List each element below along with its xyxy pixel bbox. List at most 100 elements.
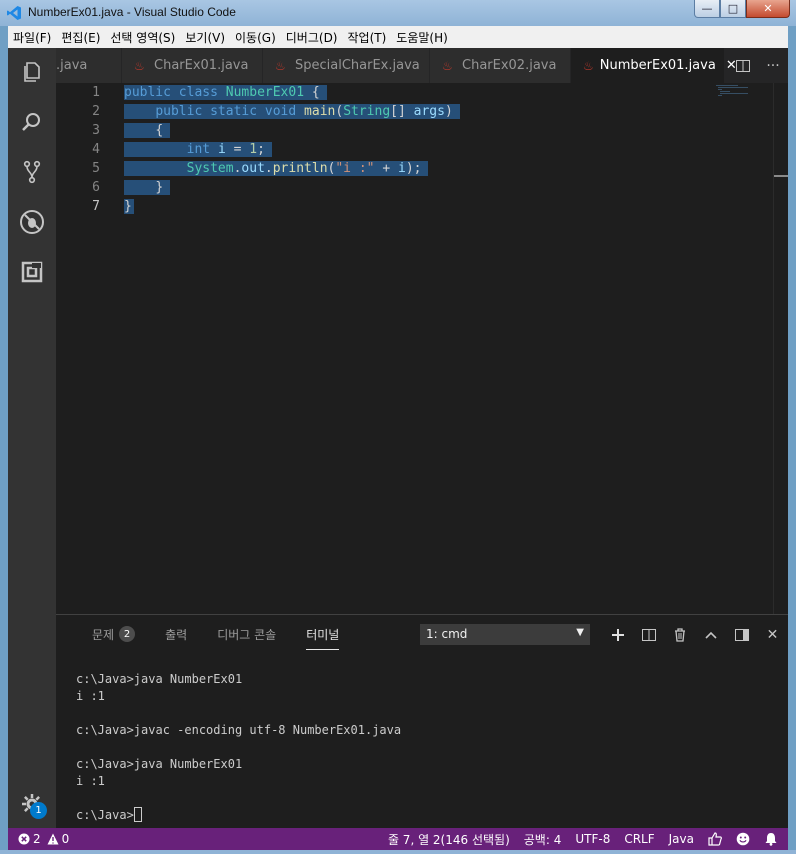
menu-selection[interactable]: 선택 영역(S) [105, 29, 180, 46]
cursor-position[interactable]: 줄 7, 열 2(146 선택됨) [381, 831, 517, 848]
bottom-panel: 문제 2 출력 디버그 콘솔 터미널 1: cmd ▼ ✕ c:\Java>ja… [56, 614, 788, 828]
menu-file[interactable]: 파일(F) [8, 29, 56, 46]
java-file-icon: ♨ [275, 58, 286, 73]
minimize-button[interactable]: — [694, 0, 720, 18]
line-number: 3 [92, 123, 100, 138]
code-line: { [124, 121, 460, 140]
terminal-select-value: 1: cmd [426, 627, 468, 641]
extensions-icon[interactable] [18, 258, 46, 286]
menu-edit[interactable]: 편집(E) [56, 29, 105, 46]
terminal-prompt: c:\Java> [76, 808, 134, 822]
menu-debug[interactable]: 디버그(D) [281, 29, 343, 46]
tab-label: SpecialCharEx.java [295, 58, 420, 73]
error-icon [18, 833, 30, 845]
encoding[interactable]: UTF-8 [568, 832, 617, 846]
tab-problems-label: 문제 [92, 627, 115, 642]
terminal-prompt-line[interactable]: c:\Java> [76, 807, 401, 824]
code-line: public class NumberEx01 { [124, 83, 460, 102]
trash-icon[interactable] [664, 624, 695, 645]
tab-numberex01[interactable]: ♨ NumberEx01.java ✕ [571, 48, 737, 83]
line-number: 6 [92, 180, 100, 195]
problems-count-badge: 2 [119, 626, 136, 642]
warning-count: 0 [61, 832, 70, 846]
language-mode[interactable]: Java [662, 832, 701, 846]
terminal-line: c:\Java>java NumberEx01 [76, 757, 243, 771]
tab-charex01[interactable]: ♨ CharEx01.java [122, 48, 263, 83]
tab-label: CharEx02.java [462, 58, 557, 73]
terminal-select[interactable]: 1: cmd ▼ [420, 624, 590, 645]
source-control-icon[interactable] [18, 158, 46, 186]
tab-java[interactable]: .java [56, 48, 122, 83]
menu-bar: 파일(F) 편집(E) 선택 영역(S) 보기(V) 이동(G) 디버그(D) … [8, 26, 788, 48]
more-actions-icon[interactable]: ··· [758, 48, 788, 83]
java-file-icon: ♨ [134, 58, 145, 73]
line-number: 1 [92, 85, 100, 100]
settings-update-badge: 1 [30, 802, 47, 819]
menu-tasks[interactable]: 작업(T) [343, 29, 392, 46]
line-number-gutter: 1 2 3 4 5 6 7 [56, 83, 116, 216]
code-line: System.out.println("i :" + i); [124, 159, 460, 178]
window-title: NumberEx01.java - Visual Studio Code [28, 5, 236, 19]
code-line: public static void main(String[] args) [124, 102, 460, 121]
tab-label: .java [56, 58, 88, 73]
menu-go[interactable]: 이동(G) [230, 29, 281, 46]
new-terminal-plus-icon[interactable] [602, 624, 633, 645]
terminal-line: i :1 [76, 774, 105, 788]
code-content[interactable]: public class NumberEx01 { public static … [124, 83, 460, 216]
maximize-button[interactable]: □ [720, 0, 746, 18]
tab-charex02[interactable]: ♨ CharEx02.java [430, 48, 571, 83]
vscode-logo-icon [7, 6, 21, 20]
java-file-icon: ♨ [442, 58, 453, 73]
toggle-panel-position-icon[interactable] [726, 624, 757, 645]
overview-ruler-cursor [774, 175, 788, 177]
terminal-line: i :1 [76, 689, 105, 703]
notifications-bell-icon[interactable] [757, 832, 788, 846]
line-number: 2 [92, 104, 100, 119]
problems-status[interactable]: 2 0 [18, 832, 76, 846]
java-file-icon: ♨ [583, 58, 594, 73]
editor-tabs: .java ♨ CharEx01.java ♨ SpecialCharEx.ja… [56, 48, 788, 83]
tab-specialcharex[interactable]: ♨ SpecialCharEx.java [263, 48, 430, 83]
minimap[interactable] [716, 85, 776, 99]
terminal-line: c:\Java>java NumberEx01 [76, 672, 243, 686]
tab-label: CharEx01.java [154, 58, 249, 73]
close-window-button[interactable]: ✕ [746, 0, 790, 18]
vscode-workbench: 1 .java ♨ CharEx01.java ♨ SpecialCharEx.… [8, 48, 788, 828]
code-editor[interactable]: 1 2 3 4 5 6 7 public class NumberEx01 { … [56, 83, 788, 614]
tab-debug-console[interactable]: 디버그 콘솔 [217, 622, 276, 646]
close-panel-icon[interactable]: ✕ [757, 624, 788, 645]
end-of-line[interactable]: CRLF [617, 832, 661, 846]
menu-help[interactable]: 도움말(H) [391, 29, 453, 46]
split-editor-icon[interactable] [728, 48, 758, 83]
line-number: 7 [92, 199, 100, 214]
terminal-output[interactable]: c:\Java>java NumberEx01 i :1 c:\Java>jav… [76, 671, 401, 824]
explorer-icon[interactable] [18, 58, 46, 86]
search-icon[interactable] [18, 108, 46, 136]
menu-view[interactable]: 보기(V) [180, 29, 230, 46]
chevron-down-icon: ▼ [576, 627, 584, 638]
editor-scrollbar[interactable] [773, 83, 774, 614]
terminal-line: c:\Java>javac -encoding utf-8 NumberEx01… [76, 723, 402, 737]
line-number: 5 [92, 161, 100, 176]
error-count: 2 [33, 832, 41, 846]
tab-problems[interactable]: 문제 2 [92, 622, 136, 646]
line-number: 4 [92, 142, 100, 157]
code-line: } [124, 178, 460, 197]
tab-label: NumberEx01.java [599, 58, 716, 73]
tab-terminal[interactable]: 터미널 [306, 622, 340, 650]
feedback-smiley-icon[interactable] [729, 832, 757, 846]
debug-icon[interactable] [18, 208, 46, 236]
warning-icon [47, 833, 59, 845]
thumbs-up-icon[interactable] [701, 832, 729, 846]
chevron-up-icon[interactable] [695, 624, 726, 645]
code-line: } [124, 199, 134, 214]
terminal-cursor [133, 807, 142, 822]
code-line: int i = 1; [124, 140, 460, 159]
activity-bar: 1 [8, 48, 56, 828]
indentation[interactable]: 공백: 4 [517, 831, 569, 848]
tab-output[interactable]: 출력 [165, 622, 187, 646]
split-terminal-icon[interactable] [633, 624, 664, 645]
